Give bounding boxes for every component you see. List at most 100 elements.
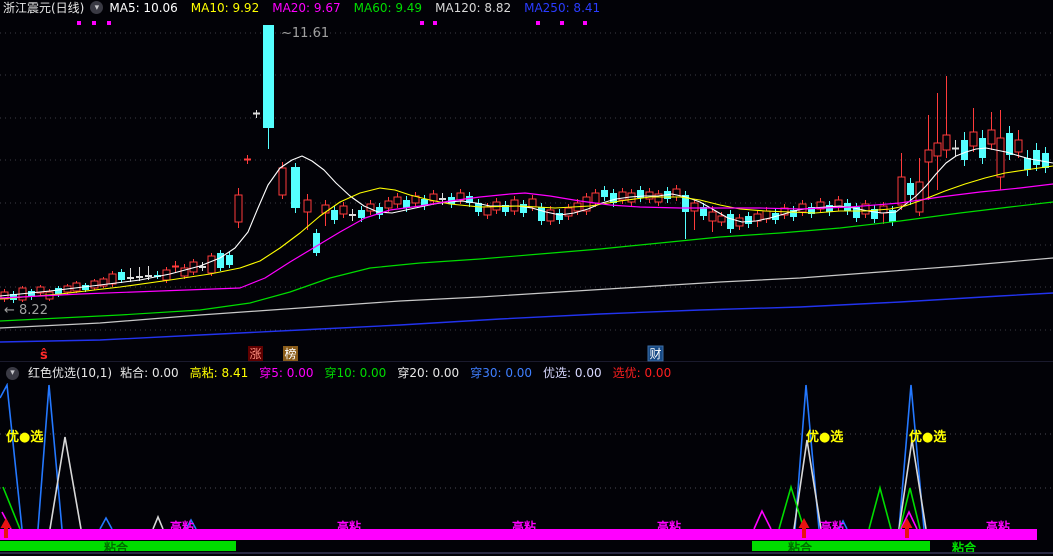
candle xyxy=(90,279,99,290)
youxuan-label: 优●选 xyxy=(6,429,43,445)
candle xyxy=(28,289,35,300)
info-badge: 涨 xyxy=(248,346,263,361)
candle xyxy=(36,285,45,296)
candle xyxy=(180,264,189,279)
indicator-titlebar: ▾ 红色优选(10,1) 粘合: 0.00 高粘: 8.41 穿5: 0.00 穿10… xyxy=(0,363,1053,383)
indicator-spike xyxy=(99,516,113,530)
candle xyxy=(672,185,681,201)
info-badge: 财 xyxy=(647,345,664,362)
candle xyxy=(393,193,402,208)
candle xyxy=(291,163,300,213)
candle xyxy=(897,153,906,210)
candle xyxy=(564,204,573,220)
candle xyxy=(745,212,752,228)
candle xyxy=(861,200,870,218)
candle xyxy=(127,268,134,282)
candle xyxy=(538,203,545,225)
candle xyxy=(263,25,274,149)
candle xyxy=(253,110,260,118)
candle xyxy=(172,261,179,273)
candle xyxy=(915,158,924,216)
candle xyxy=(234,188,243,228)
youxuan-label: 优●选 xyxy=(909,429,946,445)
signal-dot xyxy=(107,21,111,25)
indicator-field: 粘合: 0.00 xyxy=(120,366,179,380)
ma-value: MA60: 9.49 xyxy=(353,0,423,15)
indicator-spike xyxy=(794,384,820,530)
signal-dot xyxy=(560,21,564,25)
indicator-subchart[interactable]: 高粘 高粘 高粘 高粘 高粘 高粘优●选 优●选 优●选粘合 粘合 粘合 xyxy=(0,383,1053,556)
ma-value: MA20: 9.67 xyxy=(272,0,341,15)
candle xyxy=(690,199,699,230)
badge-text: 财 xyxy=(649,347,661,361)
ma-values: MA5: 10.06 MA10: 9.92 MA20: 9.67 MA60: 9.49… xyxy=(109,1,613,15)
candle xyxy=(321,200,330,226)
candle xyxy=(1033,143,1040,171)
candle xyxy=(961,132,968,166)
gaonian-label: 高粘 xyxy=(657,519,681,534)
candle xyxy=(546,206,555,225)
indicator-spike xyxy=(37,384,63,530)
candle xyxy=(411,192,420,207)
indicator-spike xyxy=(753,509,772,530)
candle xyxy=(502,201,509,216)
candle xyxy=(601,186,608,201)
trading-terminal: 浙江震元(日线) ▾ MA5: 10.06 MA10: 9.92 MA20: 9.6… xyxy=(0,0,1053,556)
indicator-field: 高粘: 8.41 xyxy=(189,366,249,380)
indicator-field: 穿5: 0.00 xyxy=(259,366,314,380)
indicator-spike xyxy=(868,484,892,530)
indicator-field: 选优: 0.00 xyxy=(612,366,672,380)
candle xyxy=(582,193,591,215)
candle xyxy=(466,192,473,207)
candle xyxy=(349,209,356,221)
candle xyxy=(727,210,734,233)
gaonian-label: 高粘 xyxy=(512,519,536,534)
signal-dot xyxy=(92,21,96,25)
candle xyxy=(834,196,843,211)
candle xyxy=(1024,150,1031,176)
candle xyxy=(654,190,663,206)
indicator-title[interactable]: 红色优选(10,1) xyxy=(28,366,112,380)
candle xyxy=(753,210,762,227)
candle xyxy=(969,108,978,152)
gaonian-label: 高粘 xyxy=(170,519,194,534)
candle xyxy=(331,206,338,224)
indicator-spike xyxy=(778,484,805,530)
candle xyxy=(1006,126,1013,160)
signal-dot xyxy=(536,21,540,25)
ma-value: MA250: 8.41 xyxy=(524,0,601,15)
candle xyxy=(979,130,986,164)
candle xyxy=(708,206,717,232)
youxuan-label: 优●选 xyxy=(806,429,843,445)
gaonian-label: 高粘 xyxy=(337,519,361,534)
signal-dot xyxy=(420,21,424,25)
chevron-down-icon[interactable]: ▾ xyxy=(6,366,19,380)
indicator-spike xyxy=(899,487,921,530)
signal-marker: ŝ xyxy=(40,348,48,362)
candle xyxy=(952,140,959,156)
signal-dot xyxy=(77,21,81,25)
ma-line-ma250 xyxy=(0,292,1053,343)
indicator-field: 穿10: 0.00 xyxy=(324,366,387,380)
price-tag-high: ~11.61 xyxy=(281,26,329,41)
nianhe-band xyxy=(752,541,930,551)
ma-value: MA5: 10.06 xyxy=(109,0,178,15)
stock-title: 浙江震元(日线) xyxy=(3,0,85,15)
candle xyxy=(556,209,563,224)
price-tag-low: ← 8.22 xyxy=(4,303,48,318)
ma-line-ma10 xyxy=(0,165,1053,300)
badge-text: 榜 xyxy=(284,346,296,361)
candle xyxy=(313,229,320,256)
candle xyxy=(924,115,933,200)
chevron-down-icon[interactable]: ▾ xyxy=(90,1,104,14)
ma-value: MA10: 9.92 xyxy=(190,0,260,15)
candle xyxy=(339,202,348,218)
indicator-field: 穿30: 0.00 xyxy=(470,366,533,380)
candle xyxy=(808,203,815,218)
candle xyxy=(762,207,771,223)
candle xyxy=(816,198,825,213)
candle xyxy=(421,195,428,210)
candlestick-chart[interactable]: ~11.61 ← 8.22 ŝ 涨 榜 财 xyxy=(0,14,1053,362)
candle xyxy=(1014,130,1023,158)
candle xyxy=(618,188,627,204)
